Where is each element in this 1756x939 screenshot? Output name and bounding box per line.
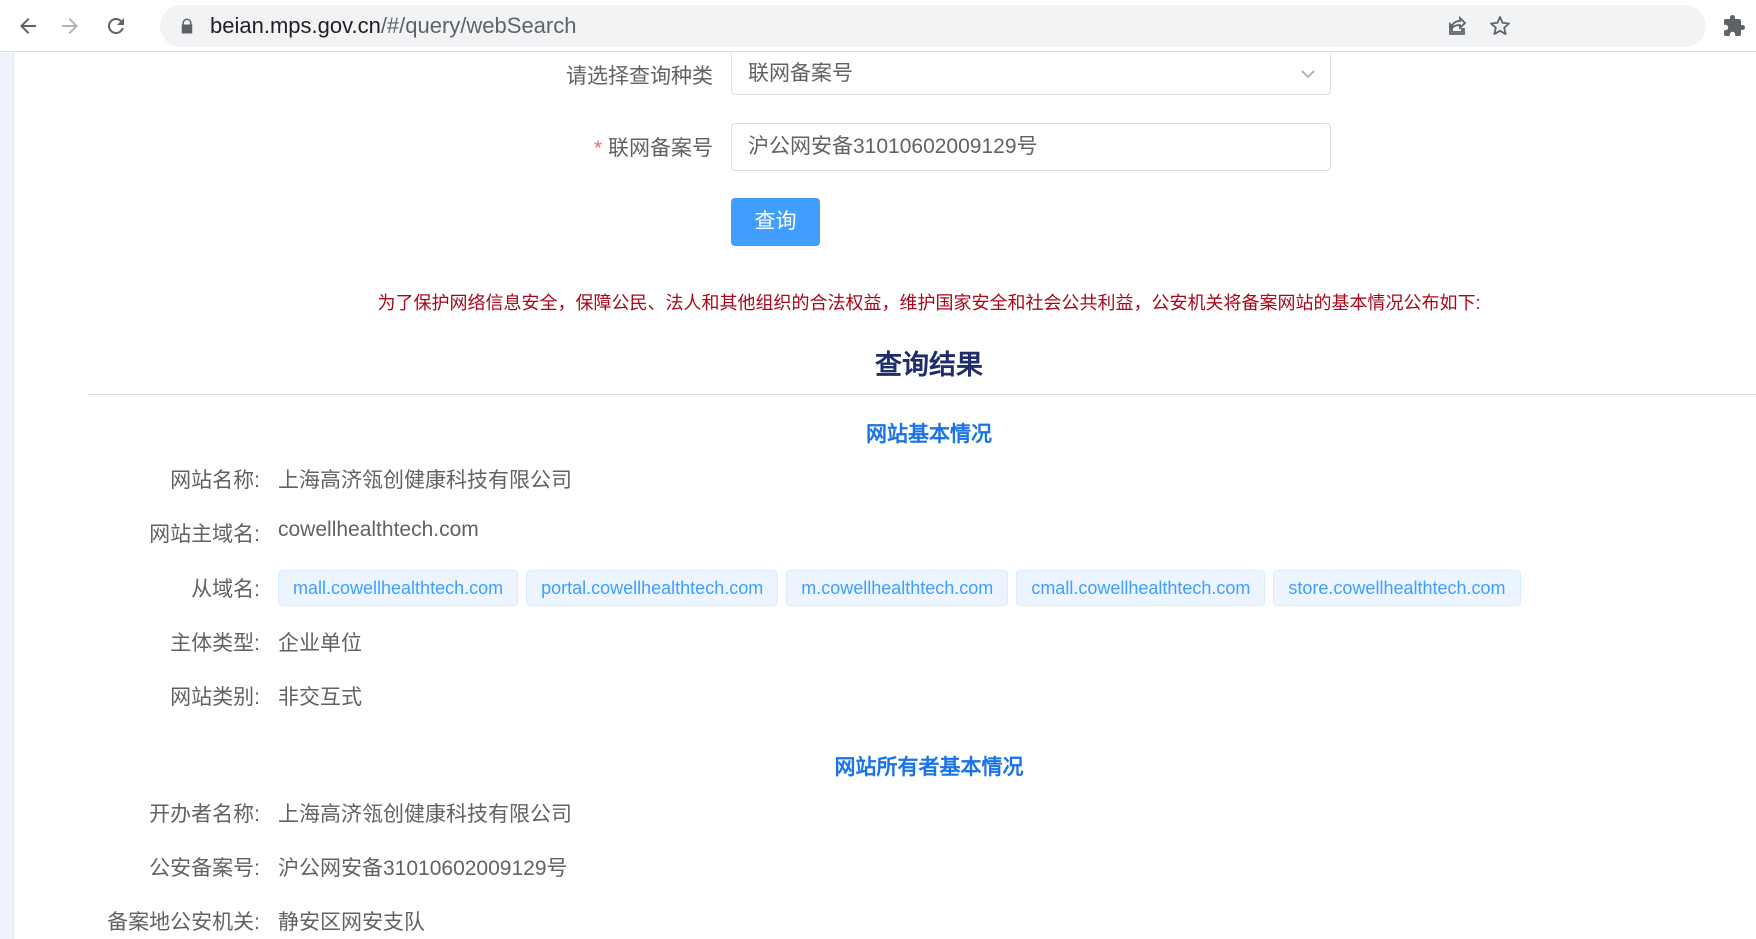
left-sidebar-edge — [0, 53, 14, 939]
site-basic-info-title: 网站基本情况 — [866, 423, 992, 446]
site-name-label: 网站名称: — [170, 469, 260, 492]
record-number-input[interactable]: 沪公网安备31010602009129号 — [731, 123, 1331, 171]
main-domain-label: 网站主域名: — [149, 523, 260, 546]
required-mark: * — [593, 137, 602, 160]
divider — [88, 394, 1756, 395]
entity-type-label: 主体类型: — [170, 632, 260, 655]
main-domain-value: cowellhealthtech.com — [278, 518, 479, 541]
police-office-value: 静安区网安支队 — [278, 911, 425, 934]
reload-icon[interactable] — [98, 8, 134, 44]
query-type-value: 联网备案号 — [748, 62, 853, 85]
police-record-value: 沪公网安备31010602009129号 — [278, 857, 568, 880]
back-arrow-icon[interactable] — [10, 8, 46, 44]
organizer-name-value: 上海高济瓴创健康科技有限公司 — [278, 803, 572, 826]
query-type-label: 请选择查询种类 — [566, 65, 713, 88]
extensions-puzzle-icon[interactable] — [1722, 14, 1746, 38]
site-category-value: 非交互式 — [278, 686, 362, 709]
site-category-label: 网站类别: — [170, 686, 260, 709]
site-name-value: 上海高济瓴创健康科技有限公司 — [278, 469, 572, 492]
police-record-label: 公安备案号: — [149, 857, 260, 880]
subdomain-tags: mall.cowellhealthtech.com portal.cowellh… — [278, 570, 1521, 606]
subdomain-tag: mall.cowellhealthtech.com — [278, 570, 519, 606]
page-content: 请选择查询种类 联网备案号 * 联网备案号 沪公网安备31010602009129… — [0, 53, 1756, 939]
browser-toolbar: beian.mps.gov.cn/#/query/webSearch — [0, 0, 1756, 52]
result-title: 查询结果 — [875, 350, 983, 380]
subdomain-tag: store.cowellhealthtech.com — [1273, 570, 1521, 606]
url-host: beian.mps.gov.cn — [210, 13, 381, 38]
address-bar[interactable]: beian.mps.gov.cn/#/query/webSearch — [160, 5, 1706, 47]
owner-basic-info-title: 网站所有者基本情况 — [834, 756, 1024, 779]
organizer-name-label: 开办者名称: — [149, 803, 260, 826]
bookmark-star-icon[interactable] — [1488, 14, 1512, 38]
record-number-label: * 联网备案号 — [594, 132, 713, 162]
subdomain-tag: cmall.cowellhealthtech.com — [1016, 570, 1266, 606]
subdomains-label: 从域名: — [191, 578, 260, 601]
url-text[interactable]: beian.mps.gov.cn/#/query/webSearch — [210, 5, 576, 47]
notice-text: 为了保护网络信息安全，保障公民、法人和其他组织的合法权益，维护国家安全和社会公共… — [377, 293, 1481, 313]
chevron-down-icon — [1301, 70, 1315, 79]
query-type-select[interactable]: 联网备案号 — [731, 53, 1331, 95]
subdomain-tag: m.cowellhealthtech.com — [786, 570, 1009, 606]
url-path: /#/query/webSearch — [380, 13, 577, 38]
query-button[interactable]: 查询 — [731, 198, 820, 246]
police-office-label: 备案地公安机关: — [107, 911, 260, 934]
share-icon[interactable] — [1446, 14, 1470, 38]
subdomain-tag: portal.cowellhealthtech.com — [526, 570, 779, 606]
entity-type-value: 企业单位 — [278, 632, 362, 655]
record-number-label-text: 联网备案号 — [608, 137, 713, 160]
forward-arrow-icon[interactable] — [52, 8, 88, 44]
lock-icon[interactable] — [178, 17, 196, 35]
record-number-value[interactable]: 沪公网安备31010602009129号 — [748, 124, 1038, 170]
